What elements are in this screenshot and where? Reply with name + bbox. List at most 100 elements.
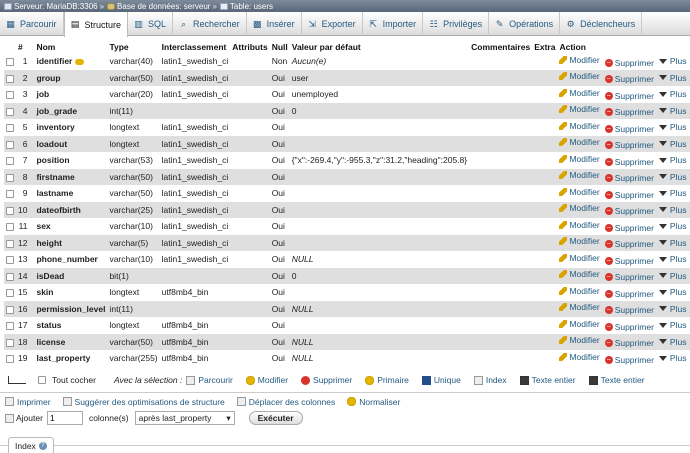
delete-action[interactable]: – Supprimer (604, 322, 654, 332)
delete-action[interactable]: – Supprimer (604, 256, 654, 266)
row-checkbox[interactable] (6, 91, 14, 99)
delete-action[interactable]: – Supprimer (604, 74, 654, 84)
edit-action[interactable]: Modifier (559, 104, 600, 114)
selection-action-texte-entier[interactable]: Texte entier (519, 375, 576, 385)
delete-action[interactable]: – Supprimer (604, 190, 654, 200)
breadcrumb-database[interactable]: Base de données: serveur (117, 2, 210, 11)
delete-action[interactable]: – Supprimer (604, 206, 654, 216)
more-action[interactable]: Plus (658, 56, 686, 66)
more-action[interactable]: Plus (658, 205, 686, 215)
row-checkbox[interactable] (6, 223, 14, 231)
more-action[interactable]: Plus (658, 304, 686, 314)
more-action[interactable]: Plus (658, 337, 686, 347)
tab-importer[interactable]: ⇱ Importer (363, 12, 424, 36)
tab-parcourir[interactable]: ▦ Parcourir (0, 12, 64, 36)
delete-action[interactable]: – Supprimer (604, 107, 654, 117)
more-action[interactable]: Plus (658, 73, 686, 83)
suggest-optimization-link[interactable]: Suggérer des optimisations de structure (62, 397, 225, 407)
row-field-name[interactable]: sex (34, 218, 108, 235)
selection-action-texte-entier[interactable]: Texte entier (588, 375, 645, 385)
row-checkbox[interactable] (6, 355, 14, 363)
more-action[interactable]: Plus (658, 139, 686, 149)
edit-action[interactable]: Modifier (559, 170, 600, 180)
delete-action[interactable]: – Supprimer (604, 223, 654, 233)
row-field-name[interactable]: firstname (34, 168, 108, 185)
row-field-name[interactable]: loadout (34, 135, 108, 152)
more-action[interactable]: Plus (658, 287, 686, 297)
column-count-input[interactable] (46, 411, 83, 425)
breadcrumb-server[interactable]: Serveur: MariaDB:3306 (14, 2, 98, 11)
delete-action[interactable]: – Supprimer (604, 338, 654, 348)
position-select[interactable]: après last_property ▾ (134, 411, 235, 425)
selection-action-unique[interactable]: Unique (421, 375, 461, 385)
delete-action[interactable]: – Supprimer (604, 124, 654, 134)
tab-sql[interactable]: ▥ SQL (128, 12, 174, 36)
delete-action[interactable]: – Supprimer (604, 157, 654, 167)
normalize-link[interactable]: Normaliser (347, 397, 400, 407)
row-field-name[interactable]: license (34, 333, 108, 350)
row-field-name[interactable]: identifier (34, 53, 108, 70)
row-checkbox[interactable] (6, 157, 14, 165)
edit-action[interactable]: Modifier (559, 88, 600, 98)
check-all-label[interactable]: Tout cocher (52, 375, 96, 385)
check-all-checkbox[interactable] (38, 376, 46, 384)
edit-action[interactable]: Modifier (559, 71, 600, 81)
execute-button[interactable]: Exécuter (248, 411, 303, 425)
more-action[interactable]: Plus (658, 320, 686, 330)
row-field-name[interactable]: inventory (34, 119, 108, 136)
row-field-name[interactable]: permission_level (34, 300, 108, 317)
breadcrumb-table[interactable]: Table: users (230, 2, 273, 11)
index-tab[interactable]: Index? (8, 437, 54, 453)
edit-action[interactable]: Modifier (559, 187, 600, 197)
more-action[interactable]: Plus (658, 188, 686, 198)
row-field-name[interactable]: phone_number (34, 251, 108, 268)
edit-action[interactable]: Modifier (559, 137, 600, 147)
more-action[interactable]: Plus (658, 89, 686, 99)
row-field-name[interactable]: height (34, 234, 108, 251)
edit-action[interactable]: Modifier (559, 220, 600, 230)
row-checkbox[interactable] (6, 74, 14, 83)
row-field-name[interactable]: lastname (34, 185, 108, 202)
edit-action[interactable]: Modifier (559, 154, 600, 164)
row-checkbox[interactable] (6, 289, 14, 297)
tab-privileges[interactable]: ☷ Privilèges (423, 12, 490, 36)
move-columns-link[interactable]: Déplacer des colonnes (236, 397, 335, 407)
delete-action[interactable]: – Supprimer (604, 355, 654, 365)
selection-action-index[interactable]: Index (473, 375, 507, 385)
delete-action[interactable]: – Supprimer (604, 305, 654, 315)
more-action[interactable]: Plus (658, 254, 686, 264)
edit-action[interactable]: Modifier (559, 335, 600, 345)
more-action[interactable]: Plus (658, 106, 686, 116)
more-action[interactable]: Plus (658, 238, 686, 248)
delete-action[interactable]: – Supprimer (604, 173, 654, 183)
delete-action[interactable]: – Supprimer (604, 91, 654, 101)
tab-operations[interactable]: ✎ Opérations (489, 12, 561, 36)
help-icon[interactable]: ? (38, 441, 47, 450)
more-action[interactable]: Plus (658, 155, 686, 165)
delete-action[interactable]: – Supprimer (604, 289, 654, 299)
edit-action[interactable]: Modifier (559, 302, 600, 312)
edit-action[interactable]: Modifier (559, 319, 600, 329)
edit-action[interactable]: Modifier (559, 286, 600, 296)
row-checkbox[interactable] (6, 124, 14, 132)
edit-action[interactable]: Modifier (559, 55, 600, 65)
selection-action-parcourir[interactable]: Parcourir (186, 375, 233, 385)
more-action[interactable]: Plus (658, 353, 686, 363)
more-action[interactable]: Plus (658, 221, 686, 231)
row-checkbox[interactable] (6, 305, 14, 314)
more-action[interactable]: Plus (658, 122, 686, 132)
row-field-name[interactable]: position (34, 152, 108, 169)
edit-action[interactable]: Modifier (559, 352, 600, 362)
tab-exporter[interactable]: ⇲ Exporter (302, 12, 363, 36)
row-field-name[interactable]: dateofbirth (34, 201, 108, 218)
row-checkbox[interactable] (6, 322, 14, 330)
row-field-name[interactable]: job_grade (34, 102, 108, 119)
edit-action[interactable]: Modifier (559, 236, 600, 246)
delete-action[interactable]: – Supprimer (604, 140, 654, 150)
edit-action[interactable]: Modifier (559, 253, 600, 263)
delete-action[interactable]: – Supprimer (604, 239, 654, 249)
tab-rechercher[interactable]: ⌕ Rechercher (173, 12, 247, 36)
row-checkbox[interactable] (6, 173, 14, 182)
tab-inserer[interactable]: ▩ Insérer (247, 12, 302, 36)
row-field-name[interactable]: last_property (34, 350, 108, 367)
